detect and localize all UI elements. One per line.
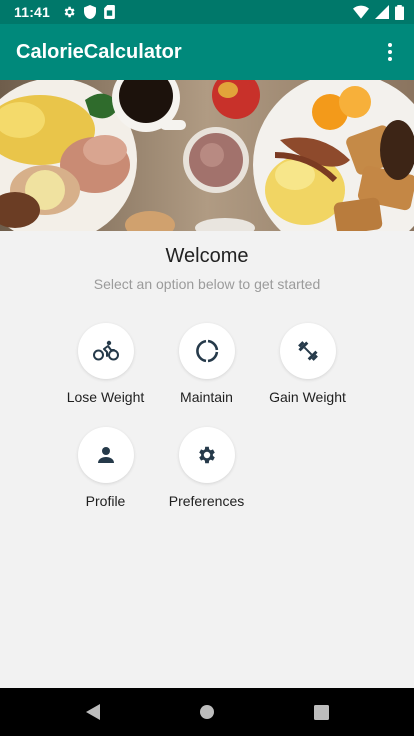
- navigation-bar: [0, 688, 414, 736]
- welcome-title: Welcome: [165, 245, 249, 267]
- person-icon: [97, 447, 114, 463]
- recents-icon: [313, 704, 329, 720]
- options-grid: Lose Weight Maintain Gain Weight Profile…: [55, 323, 358, 509]
- recents-button[interactable]: [264, 704, 378, 720]
- dumbbell-icon: [297, 341, 318, 361]
- maintain-option[interactable]: Maintain: [156, 323, 257, 405]
- bicycle-icon: [92, 340, 119, 361]
- gain-weight-label: Gain Weight: [269, 389, 346, 405]
- hero-food-image: [0, 80, 414, 231]
- profile-button[interactable]: [77, 427, 134, 483]
- lose-weight-label: Lose Weight: [66, 389, 145, 405]
- more-vert-icon[interactable]: [378, 36, 402, 68]
- preferences-option[interactable]: Preferences: [156, 427, 257, 509]
- signal-icon: [375, 5, 389, 19]
- battery-icon: [395, 4, 404, 20]
- app-bar: CalorieCalculator: [0, 24, 414, 80]
- shield-icon: [84, 5, 97, 19]
- preferences-label: Preferences: [168, 493, 245, 509]
- maintain-label: Maintain: [180, 389, 233, 405]
- gain-weight-button[interactable]: [279, 323, 336, 379]
- profile-label: Profile: [85, 493, 126, 509]
- circle-progress-icon: [195, 339, 218, 363]
- status-right-icons: [353, 4, 404, 20]
- status-left-icons: [62, 5, 115, 19]
- status-bar: 11:41: [0, 0, 414, 24]
- lose-weight-option[interactable]: Lose Weight: [55, 323, 156, 405]
- welcome-subtitle: Select an option below to get started: [93, 276, 321, 292]
- back-icon: [86, 704, 100, 720]
- preferences-button[interactable]: [178, 427, 235, 483]
- status-time: 11:41: [14, 4, 51, 20]
- gear-icon: [64, 6, 75, 18]
- sim-card-icon: [104, 5, 115, 19]
- profile-option[interactable]: Profile: [55, 427, 156, 509]
- back-button[interactable]: [36, 703, 150, 721]
- main-content: Welcome Select an option below to get st…: [0, 231, 414, 509]
- gain-weight-option[interactable]: Gain Weight: [257, 323, 358, 405]
- settings-gear-icon: [198, 446, 215, 464]
- wifi-icon: [353, 5, 369, 19]
- lose-weight-button[interactable]: [77, 323, 134, 379]
- home-icon: [200, 705, 214, 719]
- app-title: CalorieCalculator: [16, 40, 182, 63]
- home-button[interactable]: [150, 704, 264, 720]
- maintain-button[interactable]: [178, 323, 235, 379]
